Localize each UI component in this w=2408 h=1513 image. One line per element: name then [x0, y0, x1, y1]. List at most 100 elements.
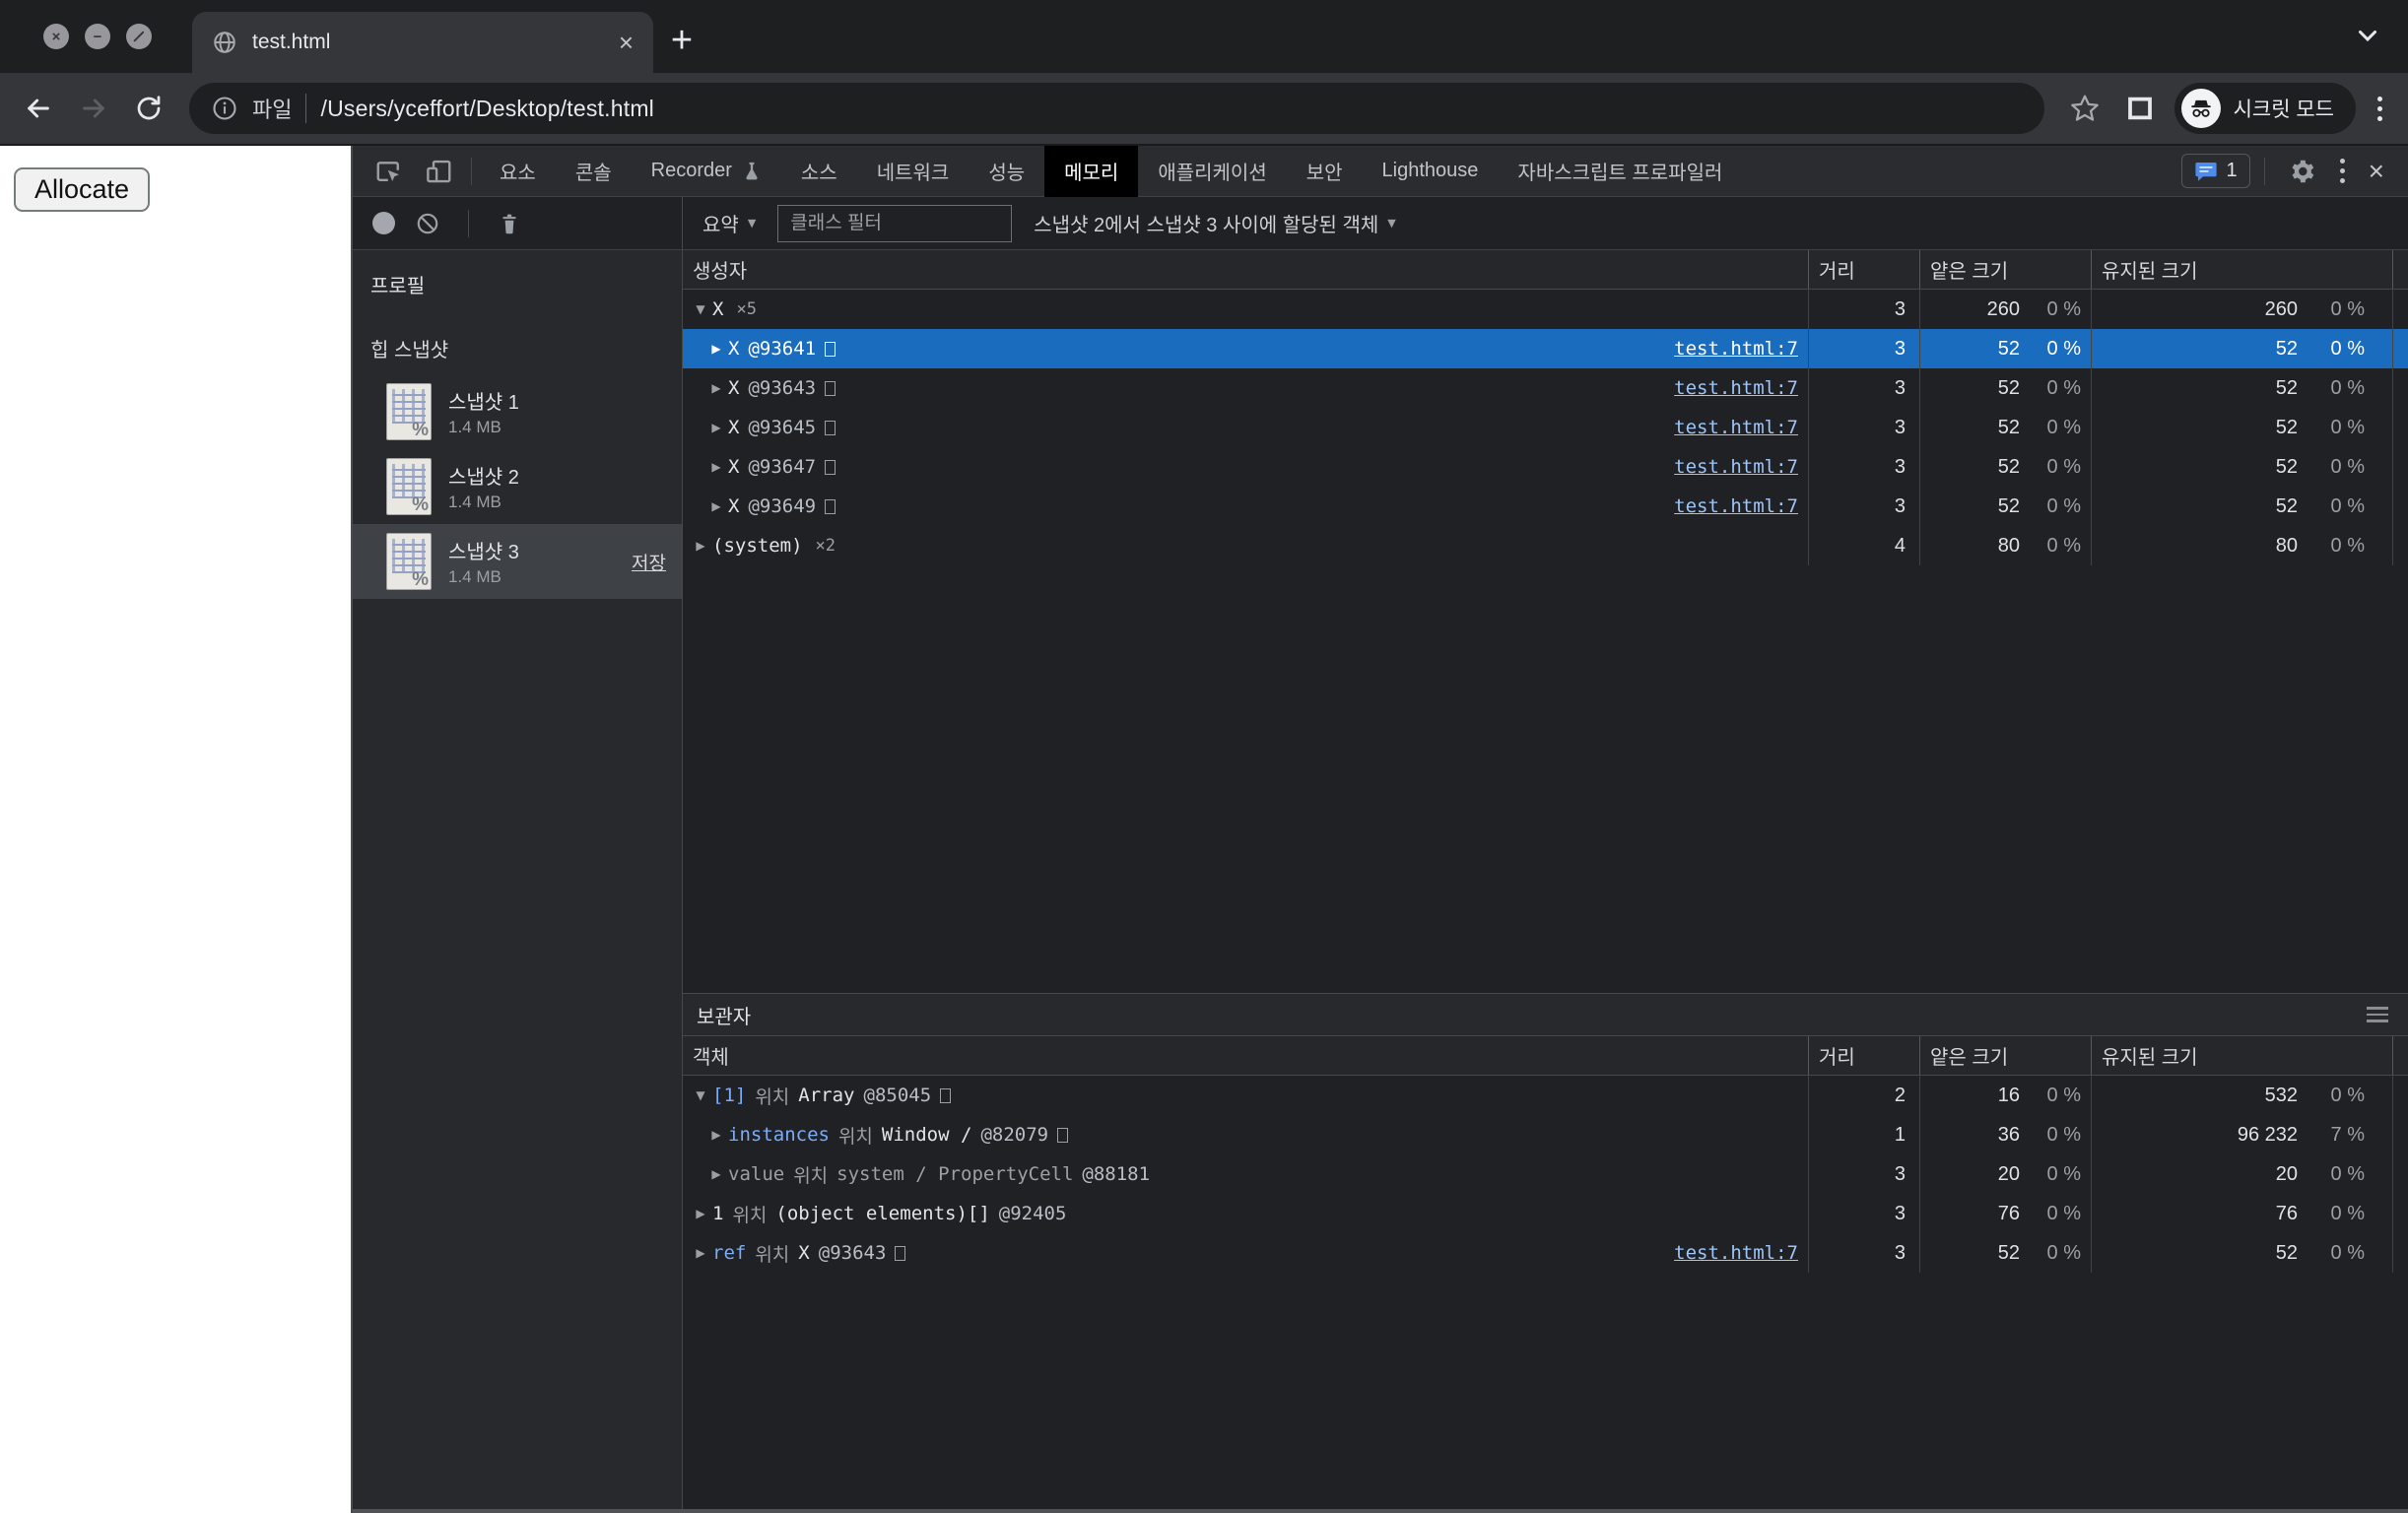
devtools-tab-성능[interactable]: 성능 — [969, 146, 1044, 197]
glyph-box-icon — [825, 498, 836, 514]
constructor-row[interactable]: ▶ X @93643 test.html:7 3 52 0 % 52 0 % — [683, 368, 2408, 408]
clear-profiles-icon[interactable] — [415, 211, 440, 236]
devtools-tab-Lighthouse[interactable]: Lighthouse — [1363, 146, 1499, 197]
scrollbar-gutter — [2392, 368, 2408, 408]
source-link[interactable]: test.html:7 — [1674, 417, 1798, 438]
collapsed-arrow-icon[interactable]: ▶ — [689, 1246, 712, 1260]
shallow-size-cell: 52 0 % — [1919, 368, 2091, 408]
constructor-row[interactable]: ▶ X @93649 test.html:7 3 52 0 % 52 0 % — [683, 487, 2408, 526]
devtools-tab-Recorder[interactable]: Recorder — [632, 146, 781, 197]
tab-strip: × − test.html × + — [0, 0, 2408, 73]
source-link[interactable]: test.html:7 — [1674, 1242, 1798, 1264]
delete-profile-icon[interactable] — [497, 211, 522, 236]
device-toolbar-icon[interactable] — [414, 146, 463, 196]
distance-cell: 3 — [1808, 368, 1919, 408]
collapsed-arrow-icon[interactable]: ▶ — [704, 499, 728, 513]
browser-menu-icon[interactable] — [2370, 96, 2390, 121]
retainers-menu-icon[interactable] — [2367, 1007, 2394, 1022]
constructor-row[interactable]: ▶ X @93647 test.html:7 3 52 0 % 52 0 % — [683, 447, 2408, 487]
retained-size-value: 52 — [2275, 1241, 2298, 1264]
column-header-retained-size[interactable]: 유지된 크기 — [2091, 250, 2392, 289]
collapsed-arrow-icon[interactable]: ▶ — [689, 1207, 712, 1220]
retainer-row[interactable]: ▶ value 위치 system / PropertyCell @88181 3 20 0 … — [683, 1154, 2408, 1194]
shallow-size-percent: 0 % — [2046, 1202, 2081, 1224]
retainer-row[interactable]: ▶ ref 위치 X @93643 test.html:7 3 52 0 % 52 0 % — [683, 1233, 2408, 1273]
expanded-arrow-icon[interactable]: ▼ — [689, 302, 712, 316]
collapsed-arrow-icon[interactable]: ▶ — [689, 539, 712, 553]
allocation-range-select[interactable]: 스냅샷 2에서 스냅샷 3 사이에 할당된 객체 ▼ — [1034, 209, 1395, 237]
settings-gear-icon[interactable] — [2279, 158, 2326, 185]
node-text: Array — [798, 1085, 855, 1106]
heap-snapshot-icon: % — [386, 458, 432, 515]
source-link[interactable]: test.html:7 — [1674, 338, 1798, 360]
record-heap-icon[interactable] — [372, 212, 395, 234]
collapsed-arrow-icon[interactable]: ▶ — [704, 1167, 728, 1181]
constructor-row[interactable]: ▼ X ×5 3 260 0 % 260 0 % — [683, 290, 2408, 329]
devtools-tab-메모리[interactable]: 메모리 — [1044, 145, 1139, 197]
incognito-badge[interactable]: 시크릿 모드 — [2174, 83, 2356, 134]
retainers-header[interactable]: 객체 거리 얕은 크기 유지된 크기 — [683, 1036, 2408, 1076]
close-window-icon[interactable]: × — [43, 24, 69, 49]
inspect-element-icon[interactable] — [365, 146, 414, 196]
expanded-arrow-icon[interactable]: ▼ — [689, 1088, 712, 1102]
column-header-shallow-size[interactable]: 얕은 크기 — [1919, 250, 2091, 289]
column-header-shallow-size[interactable]: 얕은 크기 — [1919, 1036, 2091, 1075]
forward-icon[interactable] — [73, 88, 114, 129]
devtools-tab-보안[interactable]: 보안 — [1287, 146, 1363, 197]
snapshot-item[interactable]: % 스냅샷 3 1.4 MB 저장 — [353, 524, 682, 599]
bookmark-star-icon[interactable] — [2064, 88, 2106, 129]
devtools-tab-콘솔[interactable]: 콘솔 — [556, 146, 632, 197]
perspective-select[interactable]: 요약 ▼ — [702, 209, 756, 237]
toolbar-divider — [471, 157, 472, 185]
column-header[interactable]: 생성자 — [683, 250, 1808, 289]
collapsed-arrow-icon[interactable]: ▶ — [704, 421, 728, 434]
devtools-tab-자바스크립트 프로파일러[interactable]: 자바스크립트 프로파일러 — [1498, 146, 1742, 197]
node-text: ref — [712, 1242, 747, 1264]
reload-icon[interactable] — [128, 88, 169, 129]
retainer-row[interactable]: ▼ [1] 위치 Array @85045 2 16 0 % 532 0 % — [683, 1076, 2408, 1115]
retainer-row[interactable]: ▶ instances 위치 Window / @82079 1 36 0 % 96 232 7 … — [683, 1115, 2408, 1154]
devtools-menu-icon[interactable] — [2332, 159, 2353, 183]
source-link[interactable]: test.html:7 — [1674, 377, 1798, 399]
devtools-close-icon[interactable]: × — [2359, 156, 2394, 187]
column-header[interactable]: 객체 — [683, 1036, 1808, 1075]
snapshot-save-link[interactable]: 저장 — [632, 549, 666, 575]
column-header-distance[interactable]: 거리 — [1808, 250, 1919, 289]
collapsed-arrow-icon[interactable]: ▶ — [704, 342, 728, 356]
profiles-sidebar: 프로필 힙 스냅샷 % 스냅샷 1 1.4 MB% 스냅샷 2 1.4 MB% 스냅샷 3… — [353, 250, 683, 1509]
class-filter-input[interactable] — [777, 204, 1013, 242]
source-link[interactable]: test.html:7 — [1674, 456, 1798, 478]
source-link[interactable]: test.html:7 — [1674, 495, 1798, 517]
browser-tab[interactable]: test.html × — [192, 12, 653, 73]
collapsed-arrow-icon[interactable]: ▶ — [704, 460, 728, 474]
side-panel-icon[interactable] — [2119, 88, 2161, 129]
retainer-row[interactable]: ▶ 1 위치 (object elements)[] @92405 3 76 0 % 76 0 % — [683, 1194, 2408, 1233]
collapsed-arrow-icon[interactable]: ▶ — [704, 1128, 728, 1142]
tab-search-chevron-icon[interactable] — [2353, 20, 2382, 49]
zoom-window-icon[interactable] — [126, 24, 152, 49]
devtools-tab-애플리케이션[interactable]: 애플리케이션 — [1138, 146, 1286, 197]
tab-close-icon[interactable]: × — [619, 30, 634, 55]
node-text: 1 — [712, 1203, 724, 1224]
devtools-tab-요소[interactable]: 요소 — [480, 146, 556, 197]
issues-counter[interactable]: 1 — [2180, 154, 2250, 188]
retained-size-cell: 76 0 % — [2091, 1194, 2392, 1233]
new-tab-button[interactable]: + — [653, 12, 710, 69]
constructor-row[interactable]: ▶ (system) ×2 4 80 0 % 80 0 % — [683, 526, 2408, 565]
url-bar[interactable]: 파일 /Users/yceffort/Desktop/test.html — [189, 83, 2044, 134]
info-icon[interactable] — [211, 95, 238, 122]
collapsed-arrow-icon[interactable]: ▶ — [704, 381, 728, 395]
snapshot-item[interactable]: % 스냅샷 2 1.4 MB — [353, 449, 682, 524]
column-header-retained-size[interactable]: 유지된 크기 — [2091, 1036, 2392, 1075]
column-header-distance[interactable]: 거리 — [1808, 1036, 1919, 1075]
snapshot-item[interactable]: % 스냅샷 1 1.4 MB — [353, 374, 682, 449]
back-icon[interactable] — [18, 88, 59, 129]
constructors-header[interactable]: 생성자 거리 얕은 크기 유지된 크기 — [683, 250, 2408, 290]
constructor-row[interactable]: ▶ X @93641 test.html:7 3 52 0 % 52 0 % — [683, 329, 2408, 368]
retained-size-cell: 20 0 % — [2091, 1154, 2392, 1194]
minimize-window-icon[interactable]: − — [85, 24, 110, 49]
devtools-tab-네트워크[interactable]: 네트워크 — [857, 146, 970, 197]
devtools-tab-소스[interactable]: 소스 — [781, 146, 857, 197]
allocate-button[interactable]: Allocate — [14, 167, 151, 212]
constructor-row[interactable]: ▶ X @93645 test.html:7 3 52 0 % 52 0 % — [683, 408, 2408, 447]
